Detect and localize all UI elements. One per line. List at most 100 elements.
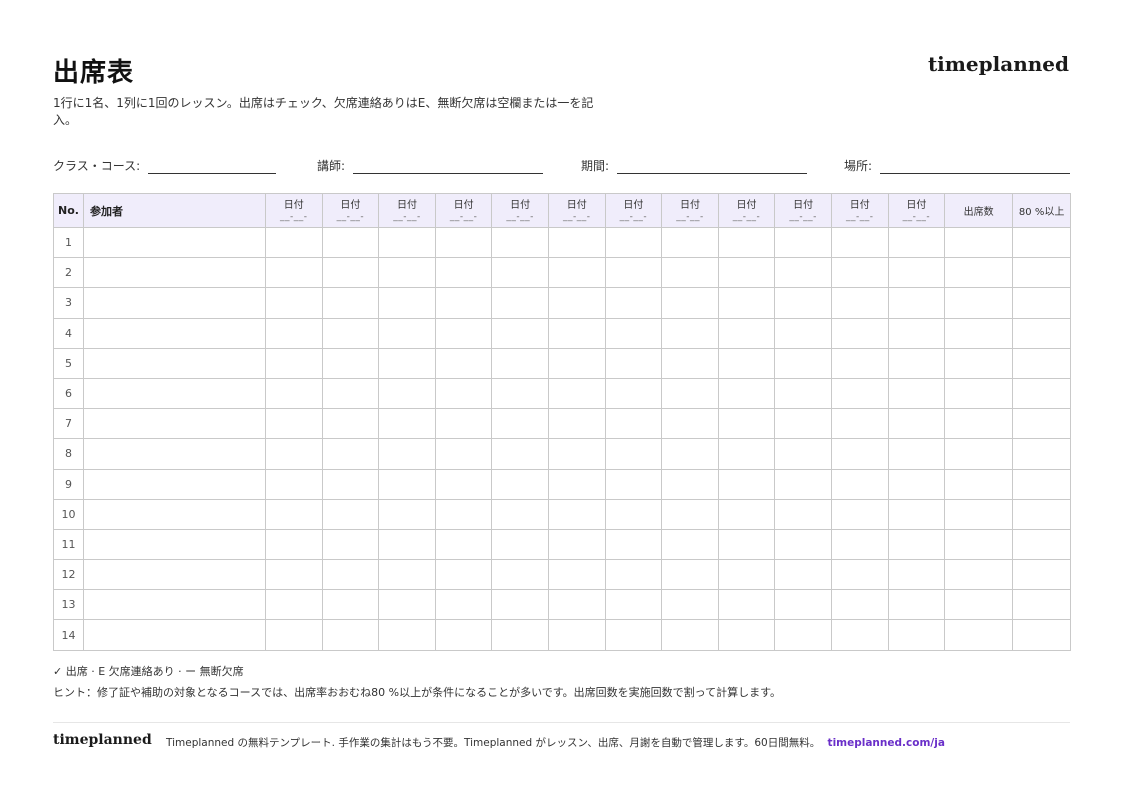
threshold-cell[interactable]	[1012, 226, 1072, 259]
attendance-cell[interactable]	[434, 528, 493, 561]
attendance-cell[interactable]	[661, 589, 719, 621]
attendance-cell[interactable]	[321, 559, 380, 591]
attendance-cell[interactable]	[265, 226, 323, 259]
attendance-cell[interactable]	[265, 287, 323, 319]
attendance-cell[interactable]	[774, 226, 832, 259]
attendance-cell[interactable]	[604, 257, 663, 289]
participant-cell[interactable]	[83, 619, 266, 651]
attendance-cell[interactable]	[717, 317, 776, 349]
attendance-cell[interactable]	[547, 317, 606, 349]
attendance-cell[interactable]	[265, 408, 323, 440]
attendance-count-cell[interactable]	[944, 438, 1014, 470]
attendance-cell[interactable]	[661, 287, 719, 319]
attendance-cell[interactable]	[378, 589, 436, 621]
attendance-cell[interactable]	[604, 377, 663, 410]
attendance-cell[interactable]	[321, 528, 380, 561]
teacher-field[interactable]: 講師:	[317, 157, 544, 174]
attendance-cell[interactable]	[774, 589, 832, 621]
attendance-cell[interactable]	[717, 468, 776, 500]
attendance-cell[interactable]	[491, 257, 549, 289]
participant-cell[interactable]	[83, 468, 266, 500]
date-header-3[interactable]: 日付 __-__-	[378, 193, 436, 228]
attendance-cell[interactable]	[491, 589, 549, 621]
threshold-cell[interactable]	[1012, 438, 1072, 470]
participant-cell[interactable]	[83, 377, 266, 410]
attendance-cell[interactable]	[887, 226, 946, 259]
attendance-cell[interactable]	[434, 347, 493, 379]
attendance-cell[interactable]	[378, 619, 436, 651]
attendance-cell[interactable]	[887, 619, 946, 651]
attendance-cell[interactable]	[321, 619, 380, 651]
attendance-cell[interactable]	[604, 347, 663, 379]
threshold-cell[interactable]	[1012, 408, 1072, 440]
attendance-cell[interactable]	[830, 498, 889, 530]
attendance-cell[interactable]	[717, 619, 776, 651]
class-input-line[interactable]	[148, 162, 277, 174]
attendance-cell[interactable]	[717, 408, 776, 440]
attendance-cell[interactable]	[265, 438, 323, 470]
attendance-cell[interactable]	[717, 377, 776, 410]
attendance-cell[interactable]	[661, 317, 719, 349]
participant-cell[interactable]	[83, 498, 266, 530]
date-header-9[interactable]: 日付 __-__-	[717, 193, 776, 228]
attendance-count-cell[interactable]	[944, 257, 1014, 289]
attendance-cell[interactable]	[774, 468, 832, 500]
attendance-cell[interactable]	[265, 468, 323, 500]
attendance-cell[interactable]	[491, 287, 549, 319]
attendance-cell[interactable]	[830, 619, 889, 651]
attendance-cell[interactable]	[547, 287, 606, 319]
attendance-cell[interactable]	[887, 287, 946, 319]
attendance-cell[interactable]	[434, 408, 493, 440]
attendance-cell[interactable]	[604, 317, 663, 349]
attendance-cell[interactable]	[661, 559, 719, 591]
attendance-cell[interactable]	[265, 559, 323, 591]
attendance-cell[interactable]	[830, 408, 889, 440]
period-input-line[interactable]	[617, 162, 808, 174]
attendance-cell[interactable]	[887, 257, 946, 289]
attendance-cell[interactable]	[321, 438, 380, 470]
threshold-cell[interactable]	[1012, 528, 1072, 561]
attendance-cell[interactable]	[265, 317, 323, 349]
attendance-cell[interactable]	[604, 408, 663, 440]
attendance-cell[interactable]	[547, 498, 606, 530]
attendance-cell[interactable]	[434, 377, 493, 410]
teacher-input-line[interactable]	[353, 162, 544, 174]
attendance-cell[interactable]	[661, 438, 719, 470]
date-header-7[interactable]: 日付 __-__-	[604, 193, 663, 228]
date-header-8[interactable]: 日付 __-__-	[661, 193, 719, 228]
attendance-cell[interactable]	[321, 408, 380, 440]
attendance-cell[interactable]	[774, 287, 832, 319]
attendance-cell[interactable]	[774, 377, 832, 410]
threshold-cell[interactable]	[1012, 468, 1072, 500]
attendance-cell[interactable]	[547, 589, 606, 621]
attendance-cell[interactable]	[661, 408, 719, 440]
class-field[interactable]: クラス・コース:	[53, 157, 277, 174]
attendance-cell[interactable]	[491, 438, 549, 470]
attendance-cell[interactable]	[887, 347, 946, 379]
attendance-cell[interactable]	[265, 347, 323, 379]
attendance-cell[interactable]	[774, 559, 832, 591]
threshold-cell[interactable]	[1012, 317, 1072, 349]
date-header-2[interactable]: 日付 __-__-	[321, 193, 380, 228]
attendance-cell[interactable]	[547, 226, 606, 259]
attendance-cell[interactable]	[547, 559, 606, 591]
threshold-cell[interactable]	[1012, 589, 1072, 621]
attendance-count-cell[interactable]	[944, 317, 1014, 349]
attendance-cell[interactable]	[887, 377, 946, 410]
attendance-cell[interactable]	[491, 317, 549, 349]
attendance-cell[interactable]	[491, 468, 549, 500]
attendance-cell[interactable]	[830, 468, 889, 500]
attendance-cell[interactable]	[321, 498, 380, 530]
participant-cell[interactable]	[83, 226, 266, 259]
attendance-cell[interactable]	[378, 287, 436, 319]
attendance-cell[interactable]	[830, 226, 889, 259]
attendance-count-cell[interactable]	[944, 347, 1014, 379]
threshold-cell[interactable]	[1012, 498, 1072, 530]
attendance-cell[interactable]	[830, 589, 889, 621]
participant-cell[interactable]	[83, 257, 266, 289]
attendance-cell[interactable]	[604, 468, 663, 500]
date-header-4[interactable]: 日付 __-__-	[434, 193, 493, 228]
attendance-cell[interactable]	[378, 317, 436, 349]
attendance-cell[interactable]	[717, 438, 776, 470]
attendance-cell[interactable]	[378, 408, 436, 440]
